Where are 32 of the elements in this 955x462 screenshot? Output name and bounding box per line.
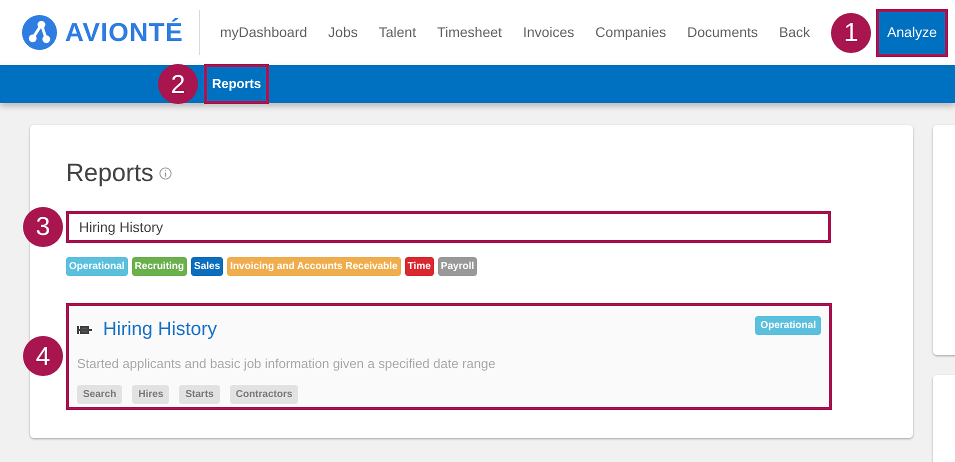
nav-link[interactable]: Invoices xyxy=(522,22,574,43)
info-icon xyxy=(158,167,172,180)
keyword-tag: Search xyxy=(77,384,122,404)
category-tag[interactable]: Time xyxy=(404,256,434,276)
subnav-link[interactable]: Reports xyxy=(204,64,270,104)
nav-link[interactable]: Documents xyxy=(687,22,758,43)
brand-name: AVIONTÉ xyxy=(65,16,184,49)
report-card[interactable]: Hiring History Operational Started applicants and basic job information given a specified date range Search Hires Starts Contractors xyxy=(66,302,832,410)
report-title[interactable]: Hiring History xyxy=(103,316,218,344)
nav-link[interactable]: myDashboard xyxy=(220,22,308,43)
callout-marker: 1 xyxy=(831,12,872,52)
nav-link[interactable]: Back xyxy=(778,22,810,43)
nav-link[interactable]: Companies xyxy=(595,22,666,43)
nav-link[interactable]: Jobs xyxy=(328,22,358,43)
category-tag[interactable]: Recruiting xyxy=(132,256,188,276)
callout-marker: 3 xyxy=(23,206,63,246)
page-title: Reports xyxy=(66,158,154,189)
nav-link[interactable]: Talent xyxy=(378,22,416,43)
nav-link[interactable]: Analyze xyxy=(876,8,948,56)
category-tag: Operational xyxy=(755,316,821,334)
callout-marker: 2 xyxy=(158,64,198,104)
search-field[interactable]: Hiring History xyxy=(66,210,831,242)
pin-icon xyxy=(77,324,93,336)
keyword-tag: Contractors xyxy=(230,384,298,404)
report-description: Started applicants and basic job information given a specified date range xyxy=(77,355,496,373)
callout-marker: 4 xyxy=(23,336,63,376)
keyword-tag: Hires xyxy=(132,384,170,404)
category-tag[interactable]: Payroll xyxy=(438,256,478,276)
category-tag[interactable]: Sales xyxy=(191,256,224,276)
nav-link[interactable]: Timesheet xyxy=(437,22,502,43)
logo-icon xyxy=(22,15,57,50)
keyword-tag: Starts xyxy=(179,384,220,404)
